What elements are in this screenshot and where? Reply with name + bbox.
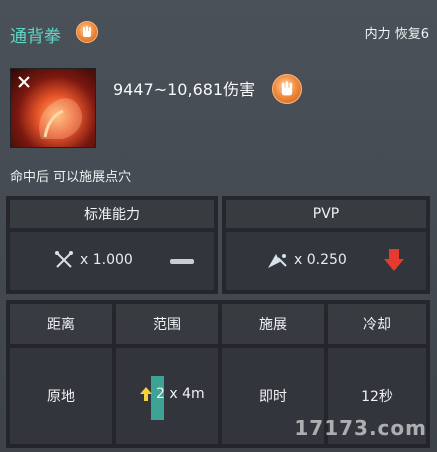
cast-header: 施展 xyxy=(222,304,324,344)
pvp-stats-panel: PVP x 0.250 xyxy=(222,196,430,294)
distance-value: 原地 xyxy=(47,389,75,405)
standard-stats-row: x 1.000 xyxy=(10,232,214,290)
dash-icon xyxy=(170,259,194,264)
pvp-arrow-icon xyxy=(266,250,288,270)
distance-header: 距离 xyxy=(10,304,112,344)
skill-icon xyxy=(10,68,96,148)
crossed-swords-icon xyxy=(54,250,74,270)
fist-icon xyxy=(272,74,302,104)
distance-value-cell: 原地 xyxy=(10,348,112,444)
standard-stats-panel: 标准能力 x 1.000 xyxy=(6,196,218,294)
down-arrow-icon xyxy=(382,247,406,273)
range-header: 范围 xyxy=(116,304,218,344)
standard-stats-header: 标准能力 xyxy=(10,200,214,228)
range-value-cell: 2 x 4m xyxy=(116,348,218,444)
damage-text: 9447~10,681伤害 xyxy=(113,80,256,99)
cooldown-value: 12秒 xyxy=(361,389,393,405)
pvp-stats-row: x 0.250 xyxy=(226,232,426,290)
pvp-multiplier: x 0.250 xyxy=(294,252,347,268)
fist-icon xyxy=(76,21,98,43)
watermark: 17173.com xyxy=(294,416,427,440)
up-arrow-icon xyxy=(139,386,153,402)
standard-multiplier: x 1.000 xyxy=(80,252,133,268)
skill-description: 命中后 可以施展点穴 xyxy=(10,170,132,185)
range-value: 2 x 4m xyxy=(156,386,205,402)
resource-recovery-label: 内力 恢复6 xyxy=(364,27,429,42)
cooldown-header: 冷却 xyxy=(328,304,426,344)
pvp-stats-header: PVP xyxy=(226,200,426,228)
cast-value: 即时 xyxy=(259,389,287,405)
skill-title: 通背拳 xyxy=(10,27,61,47)
